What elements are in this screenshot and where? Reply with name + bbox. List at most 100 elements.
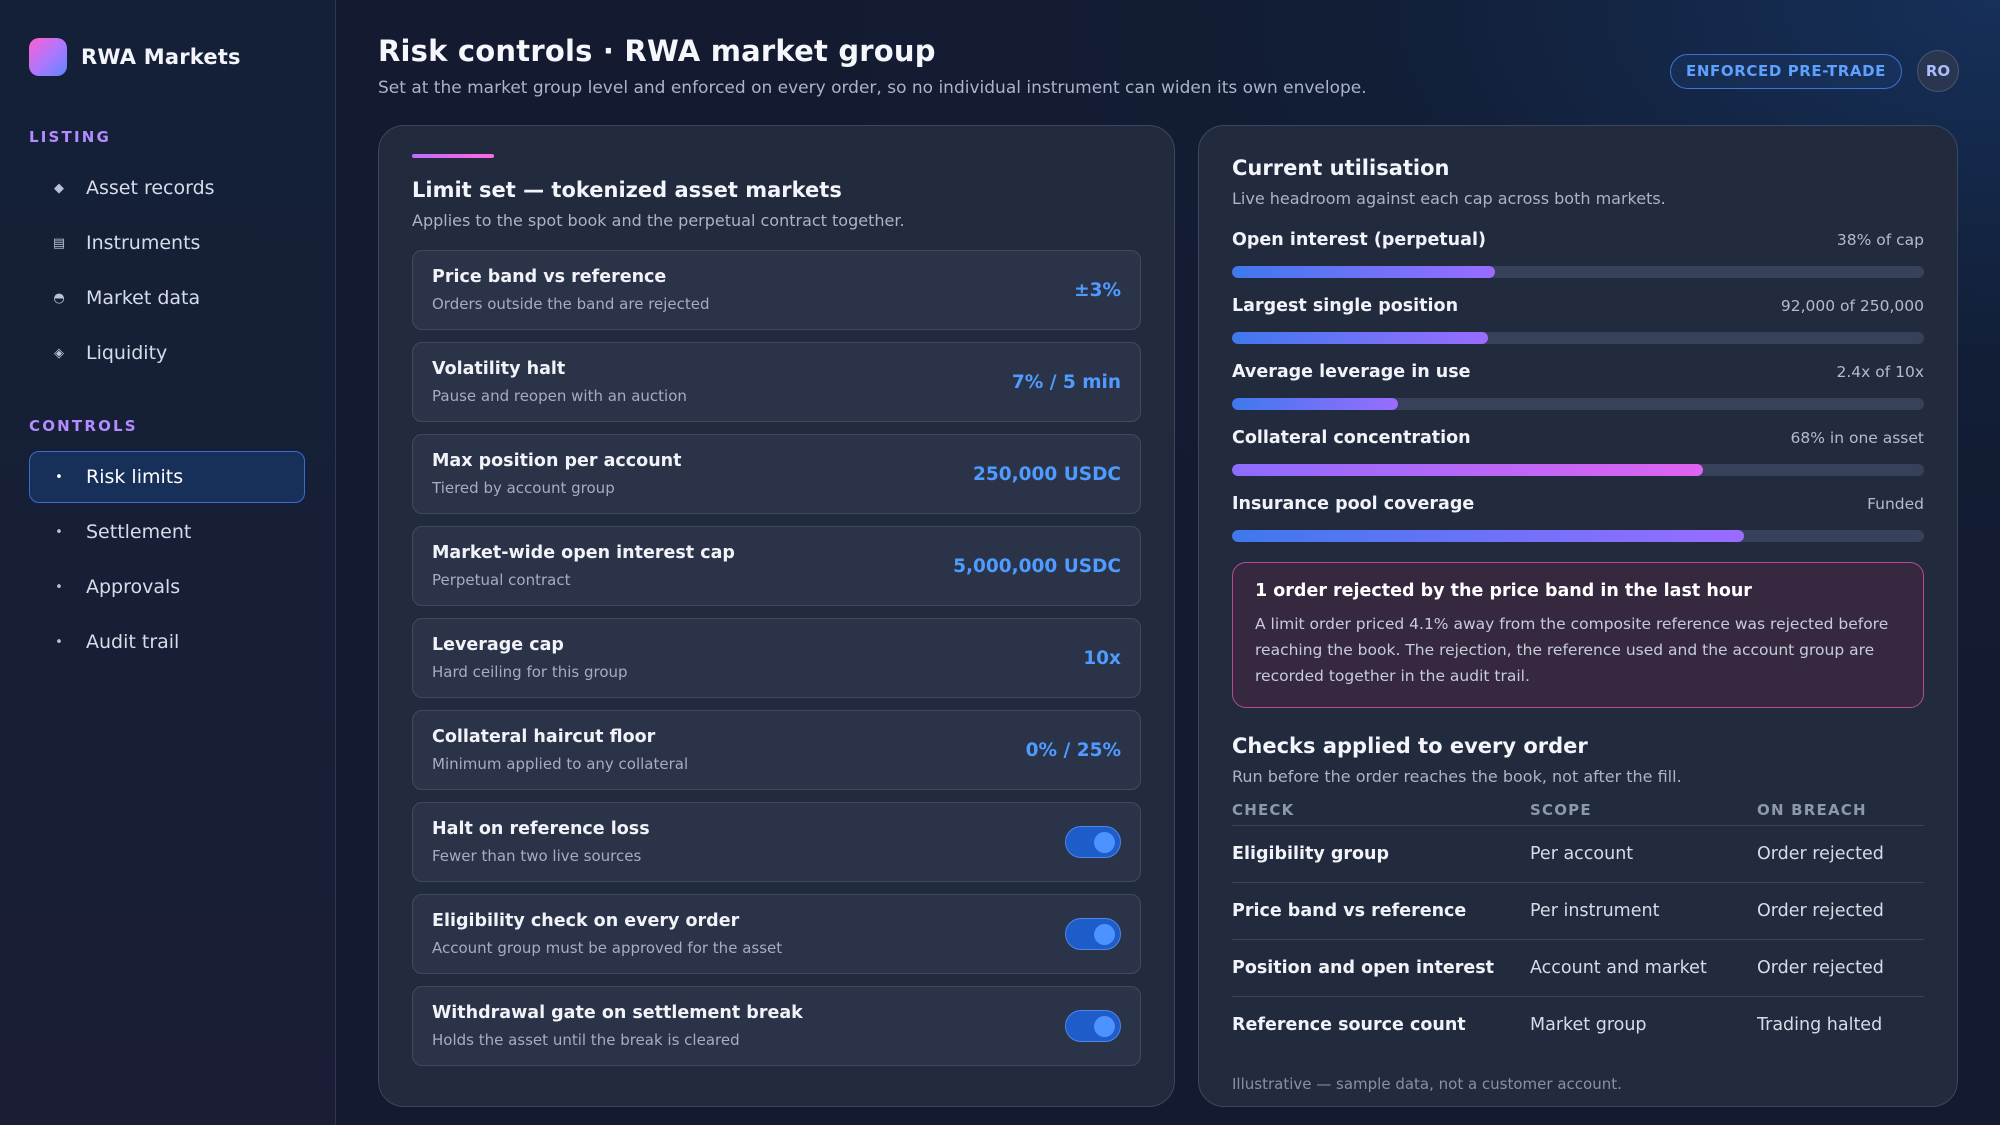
alert-title: 1 order rejected by the price band in th… <box>1255 581 1752 601</box>
progress-fill <box>1232 398 1399 410</box>
toggle-knob <box>1094 832 1115 853</box>
utilisation-name: Largest single position <box>1232 296 1459 316</box>
limit-list: Price band vs reference Orders outside t… <box>412 250 1141 1066</box>
progress-track <box>1232 464 1924 476</box>
utilisation-name: Collateral concentration <box>1232 428 1471 448</box>
nav-list-listing: ◆ Asset records ▤ Instruments ◓ Market d… <box>29 162 305 379</box>
limit-name: Price band vs reference <box>432 267 667 287</box>
header-actions: ENFORCED PRE-TRADE RO <box>1670 50 1959 92</box>
toggle-knob <box>1094 1016 1115 1037</box>
limit-set-title: Limit set — tokenized asset markets <box>412 178 842 202</box>
cell-on-breach: Order rejected <box>1757 825 1924 883</box>
utilisation-head: Collateral concentration 68% in one asse… <box>1232 428 1924 452</box>
utilisation-row: Average leverage in use 2.4x of 10x <box>1232 362 1924 410</box>
utilisation-name: Insurance pool coverage <box>1232 494 1475 514</box>
cell-on-breach: Order rejected <box>1757 939 1924 997</box>
utilisation-value: 68% in one asset <box>1790 429 1924 447</box>
alert-body: A limit order priced 4.1% away from the … <box>1255 615 1889 685</box>
progress-fill <box>1232 266 1495 278</box>
checks-title: Checks applied to every order <box>1232 734 1588 758</box>
checks-table-head: CHECK SCOPE ON BREACH <box>1232 795 1924 826</box>
limit-value[interactable]: 7% / 5 min <box>1012 372 1121 393</box>
sidebar-item-approvals[interactable]: • Approvals <box>29 561 305 613</box>
utilisation-value: 2.4x of 10x <box>1836 363 1924 381</box>
cell-check: Reference source count <box>1232 1014 1466 1035</box>
utilisation-name: Open interest (perpetual) <box>1232 230 1486 250</box>
utilisation-head: Largest single position 92,000 of 250,00… <box>1232 296 1924 320</box>
table-header-row: CHECK SCOPE ON BREACH <box>1232 795 1924 826</box>
progress-fill <box>1232 464 1703 476</box>
sidebar-item-liquidity[interactable]: ◈ Liquidity <box>29 327 305 379</box>
utilisation-row: Collateral concentration 68% in one asse… <box>1232 428 1924 476</box>
nav-list-controls: • Risk limits • Settlement • Approvals •… <box>29 451 305 668</box>
sidebar-item-asset-records[interactable]: ◆ Asset records <box>29 162 305 214</box>
utilisation-head: Average leverage in use 2.4x of 10x <box>1232 362 1924 386</box>
limit-value[interactable]: 250,000 USDC <box>973 464 1121 485</box>
brand[interactable]: RWA Markets <box>29 38 305 76</box>
sidebar-item-instruments[interactable]: ▤ Instruments <box>29 217 305 269</box>
dot-icon: • <box>55 524 63 540</box>
limit-row-leverage-cap[interactable]: Leverage cap Hard ceiling for this group… <box>412 618 1141 698</box>
nav-section-controls: CONTROLS <box>29 417 138 435</box>
limit-name: Leverage cap <box>432 635 564 655</box>
limit-name: Collateral haircut floor <box>432 727 656 747</box>
limit-value[interactable]: 10x <box>1083 648 1121 669</box>
utilisation-value: 38% of cap <box>1836 231 1924 249</box>
rejection-alert: 1 order rejected by the price band in th… <box>1232 562 1924 708</box>
limit-row-volatility-halt[interactable]: Volatility halt Pause and reopen with an… <box>412 342 1141 422</box>
limit-text: Eligibility check on every order Account… <box>432 911 782 957</box>
sidebar-item-label: Asset records <box>86 177 215 199</box>
limit-name: Market-wide open interest cap <box>432 543 735 563</box>
cell-on-breach: Order rejected <box>1757 882 1924 940</box>
table-row: Price band vs reference Per instrument O… <box>1232 882 1924 940</box>
sidebar-item-audit-trail[interactable]: • Audit trail <box>29 616 305 668</box>
progress-track <box>1232 332 1924 344</box>
half-circle-icon: ◓ <box>53 290 65 306</box>
limit-value[interactable]: ±3% <box>1074 280 1121 301</box>
avatar[interactable]: RO <box>1917 50 1959 92</box>
limit-row-price-band[interactable]: Price band vs reference Orders outside t… <box>412 250 1141 330</box>
utilisation-row: Open interest (perpetual) 38% of cap <box>1232 230 1924 278</box>
limit-row-open-interest-cap[interactable]: Market-wide open interest cap Perpetual … <box>412 526 1141 606</box>
limit-text: Halt on reference loss Fewer than two li… <box>432 819 650 865</box>
limit-value[interactable]: 5,000,000 USDC <box>953 556 1121 577</box>
dot-icon: • <box>55 469 63 485</box>
toggle-switch[interactable] <box>1065 826 1121 858</box>
utilisation-list: Open interest (perpetual) 38% of cap Lar… <box>1232 230 1924 542</box>
limit-text: Max position per account Tiered by accou… <box>432 451 682 497</box>
limit-value[interactable]: 0% / 25% <box>1026 740 1121 761</box>
limit-row-max-position[interactable]: Max position per account Tiered by accou… <box>412 434 1141 514</box>
limit-name: Halt on reference loss <box>432 819 650 839</box>
toggle-switch[interactable] <box>1065 1010 1121 1042</box>
limit-row-eligibility-check: Eligibility check on every order Account… <box>412 894 1141 974</box>
progress-track <box>1232 530 1924 542</box>
checks-subtitle: Run before the order reaches the book, n… <box>1232 767 1682 786</box>
limit-row-collateral-haircut[interactable]: Collateral haircut floor Minimum applied… <box>412 710 1141 790</box>
utilisation-panel: Current utilisation Live headroom agains… <box>1198 125 1958 1107</box>
limit-desc: Pause and reopen with an auction <box>432 387 687 405</box>
limit-text: Withdrawal gate on settlement break Hold… <box>432 1003 803 1049</box>
brand-logo-icon <box>29 38 67 76</box>
limit-text: Volatility halt Pause and reopen with an… <box>432 359 687 405</box>
sidebar-item-market-data[interactable]: ◓ Market data <box>29 272 305 324</box>
progress-fill <box>1232 332 1489 344</box>
utilisation-value: Funded <box>1867 495 1924 513</box>
cell-scope: Per account <box>1530 825 1757 883</box>
progress-track <box>1232 398 1924 410</box>
sidebar-item-risk-limits[interactable]: • Risk limits <box>29 451 305 503</box>
limit-desc: Orders outside the band are rejected <box>432 295 710 313</box>
toggle-switch[interactable] <box>1065 918 1121 950</box>
limit-set-panel: Limit set — tokenized asset markets Appl… <box>378 125 1175 1107</box>
checks-table-body: Eligibility group Per account Order reje… <box>1232 825 1924 1053</box>
limit-desc: Holds the asset until the break is clear… <box>432 1031 740 1049</box>
table-row: Reference source count Market group Trad… <box>1232 996 1924 1053</box>
progress-fill <box>1232 530 1745 542</box>
cell-check: Price band vs reference <box>1232 882 1530 940</box>
limit-desc: Account group must be approved for the a… <box>432 939 783 957</box>
nav-section-listing: LISTING <box>29 128 112 146</box>
utilisation-head: Insurance pool coverage Funded <box>1232 494 1924 518</box>
app-root: RWA Markets LISTING ◆ Asset records ▤ In… <box>0 0 2000 1125</box>
limit-text: Leverage cap Hard ceiling for this group <box>432 635 628 681</box>
sidebar-item-settlement[interactable]: • Settlement <box>29 506 305 558</box>
sidebar-item-label: Settlement <box>86 521 192 543</box>
